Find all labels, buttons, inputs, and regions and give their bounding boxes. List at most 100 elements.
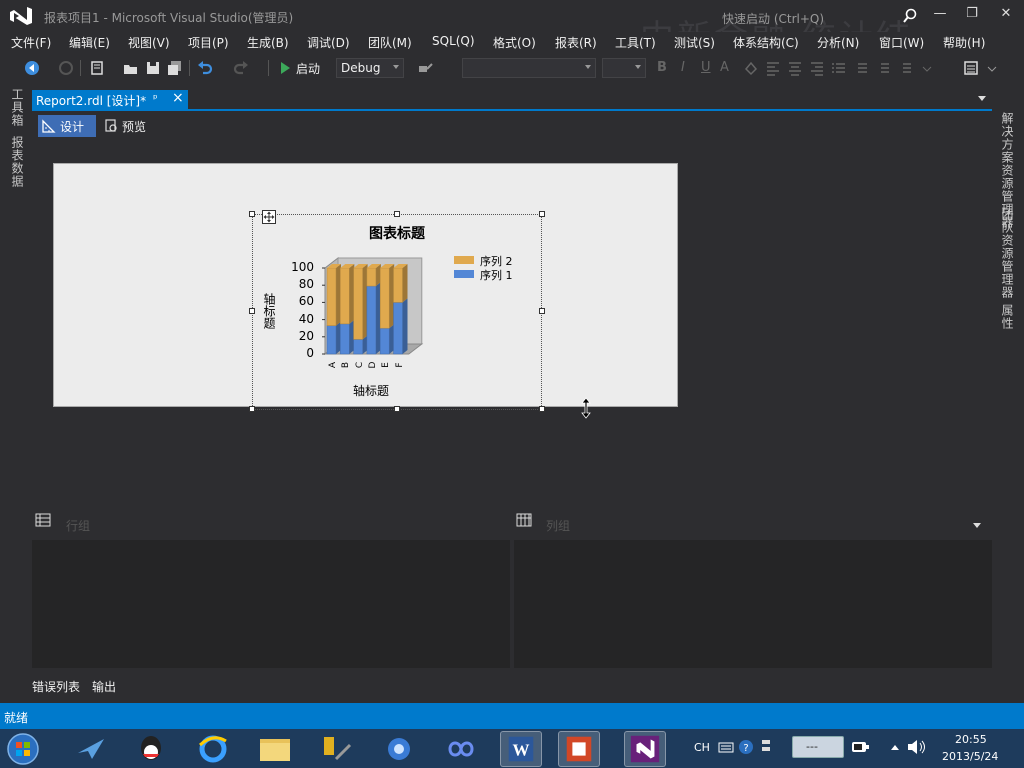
team-explorer-tab[interactable]: 团队资源管理器 (999, 208, 1016, 299)
menu-team[interactable]: 团队(M) (368, 34, 412, 51)
status-bar (0, 703, 1024, 729)
close-button[interactable]: ✕ (994, 6, 1018, 26)
language-indicator[interactable]: CH (694, 741, 710, 754)
report-layout-icon[interactable] (962, 59, 980, 77)
resize-handle[interactable] (249, 406, 255, 412)
menu-test[interactable]: 测试(S) (674, 34, 715, 51)
align-center-icon[interactable] (786, 59, 804, 77)
align-left-icon[interactable] (764, 59, 782, 77)
menu-tools[interactable]: 工具(T) (615, 34, 656, 51)
resize-handle[interactable] (249, 308, 255, 314)
underline-button[interactable]: U (701, 60, 711, 75)
resize-handle[interactable] (394, 406, 400, 412)
undo-icon[interactable] (196, 59, 214, 77)
font-color-button[interactable]: A (720, 60, 729, 75)
menu-window[interactable]: 窗口(W) (879, 34, 924, 51)
ime-bar[interactable] (792, 736, 844, 758)
open-file-icon[interactable] (122, 59, 140, 77)
volume-icon[interactable] (906, 738, 928, 756)
menu-view[interactable]: 视图(V) (128, 34, 170, 51)
indent-icon[interactable] (896, 59, 914, 77)
tab-report2-design[interactable]: Report2.rdl [设计]* ᵖ × (32, 90, 188, 109)
qq-icon[interactable] (130, 731, 172, 767)
search-icon[interactable] (902, 8, 918, 24)
resize-handle[interactable] (539, 406, 545, 412)
resize-handle[interactable] (394, 211, 400, 217)
font-name-select[interactable] (462, 58, 596, 78)
attach-icon[interactable] (416, 59, 434, 77)
row-groups-panel[interactable] (32, 540, 510, 668)
chevron-down-icon[interactable] (983, 59, 1001, 77)
word-icon[interactable]: W (500, 731, 542, 767)
tab-output[interactable]: 输出 (92, 678, 116, 695)
solution-config-select[interactable]: Debug (336, 58, 404, 78)
save-all-icon[interactable] (166, 59, 184, 77)
menu-edit[interactable]: 编辑(E) (69, 34, 110, 51)
resize-handle[interactable] (249, 211, 255, 217)
bullet-list-icon[interactable] (830, 59, 848, 77)
menu-file[interactable]: 文件(F) (11, 34, 51, 51)
numbered-list-icon[interactable] (852, 59, 870, 77)
bold-button[interactable]: B (657, 60, 667, 75)
toolbox-tab[interactable]: 工具箱 (9, 88, 26, 127)
feiq-icon[interactable] (70, 731, 112, 767)
forward-icon[interactable] (57, 59, 75, 77)
align-right-icon[interactable] (808, 59, 826, 77)
font-size-select[interactable] (602, 58, 646, 78)
power-icon[interactable] (850, 739, 870, 755)
start-icon[interactable] (4, 731, 42, 767)
column-groups-panel[interactable] (514, 540, 992, 668)
tab-error-list[interactable]: 错误列表 (32, 678, 80, 695)
report-data-tab[interactable]: 报表数据 (9, 136, 26, 188)
ie-icon[interactable] (192, 731, 234, 767)
menu-build[interactable]: 生成(B) (247, 34, 289, 51)
network-icon[interactable] (378, 731, 420, 767)
ime-settings-icon[interactable] (760, 737, 772, 757)
italic-button[interactable]: I (681, 60, 685, 75)
resize-handle[interactable] (539, 211, 545, 217)
preview-button[interactable]: 预览 (100, 115, 156, 137)
menu-format[interactable]: 格式(O) (493, 34, 536, 51)
back-icon[interactable] (23, 59, 41, 77)
bar-segment (326, 267, 337, 326)
menu-sql[interactable]: SQL(Q) (432, 34, 475, 48)
new-project-icon[interactable] (88, 59, 106, 77)
minimize-button[interactable]: — (928, 6, 952, 26)
chevron-up-icon[interactable] (890, 743, 900, 751)
resize-handle[interactable] (539, 308, 545, 314)
chevron-down-icon[interactable] (973, 523, 981, 528)
fill-color-icon[interactable] (742, 59, 760, 77)
clock-time[interactable]: 20:55 (955, 733, 987, 746)
menu-architecture[interactable]: 体系结构(C) (733, 34, 799, 51)
pin-icon[interactable]: ᵖ (153, 92, 158, 105)
quick-launch-input[interactable]: 快速启动 (Ctrl+Q) (722, 10, 824, 27)
tab-title: Report2.rdl [设计]* (36, 94, 147, 108)
tools-icon[interactable] (316, 731, 358, 767)
save-icon[interactable] (144, 59, 162, 77)
powerpoint-icon[interactable] (558, 731, 600, 767)
menu-report[interactable]: 报表(R) (555, 34, 597, 51)
menu-project[interactable]: 项目(P) (188, 34, 229, 51)
close-icon[interactable]: × (172, 90, 184, 106)
help-icon[interactable]: ? (738, 739, 754, 755)
clock-date[interactable]: 2013/5/24 (942, 750, 998, 763)
menu-debug[interactable]: 调试(D) (307, 34, 350, 51)
menu-help[interactable]: 帮助(H) (943, 34, 985, 51)
visual-studio-icon[interactable] (624, 731, 666, 767)
keyboard-icon[interactable] (718, 739, 734, 755)
menu-analyze[interactable]: 分析(N) (817, 34, 859, 51)
design-button[interactable]: 设计 (38, 115, 96, 137)
redo-icon[interactable] (232, 59, 250, 77)
bar-segment (353, 339, 363, 355)
chevron-down-icon[interactable] (918, 59, 936, 77)
properties-tab[interactable]: 属性 (999, 304, 1016, 330)
start-debug-icon[interactable] (276, 59, 294, 77)
chevron-down-icon[interactable] (978, 96, 986, 101)
svg-text:?: ? (743, 743, 748, 754)
start-button-label[interactable]: 启动 (296, 60, 320, 77)
move-icon[interactable] (262, 210, 276, 224)
explorer-icon[interactable] (254, 731, 296, 767)
outdent-icon[interactable] (874, 59, 892, 77)
infinity-icon[interactable] (440, 731, 482, 767)
restore-button[interactable]: ❐ (960, 6, 984, 26)
